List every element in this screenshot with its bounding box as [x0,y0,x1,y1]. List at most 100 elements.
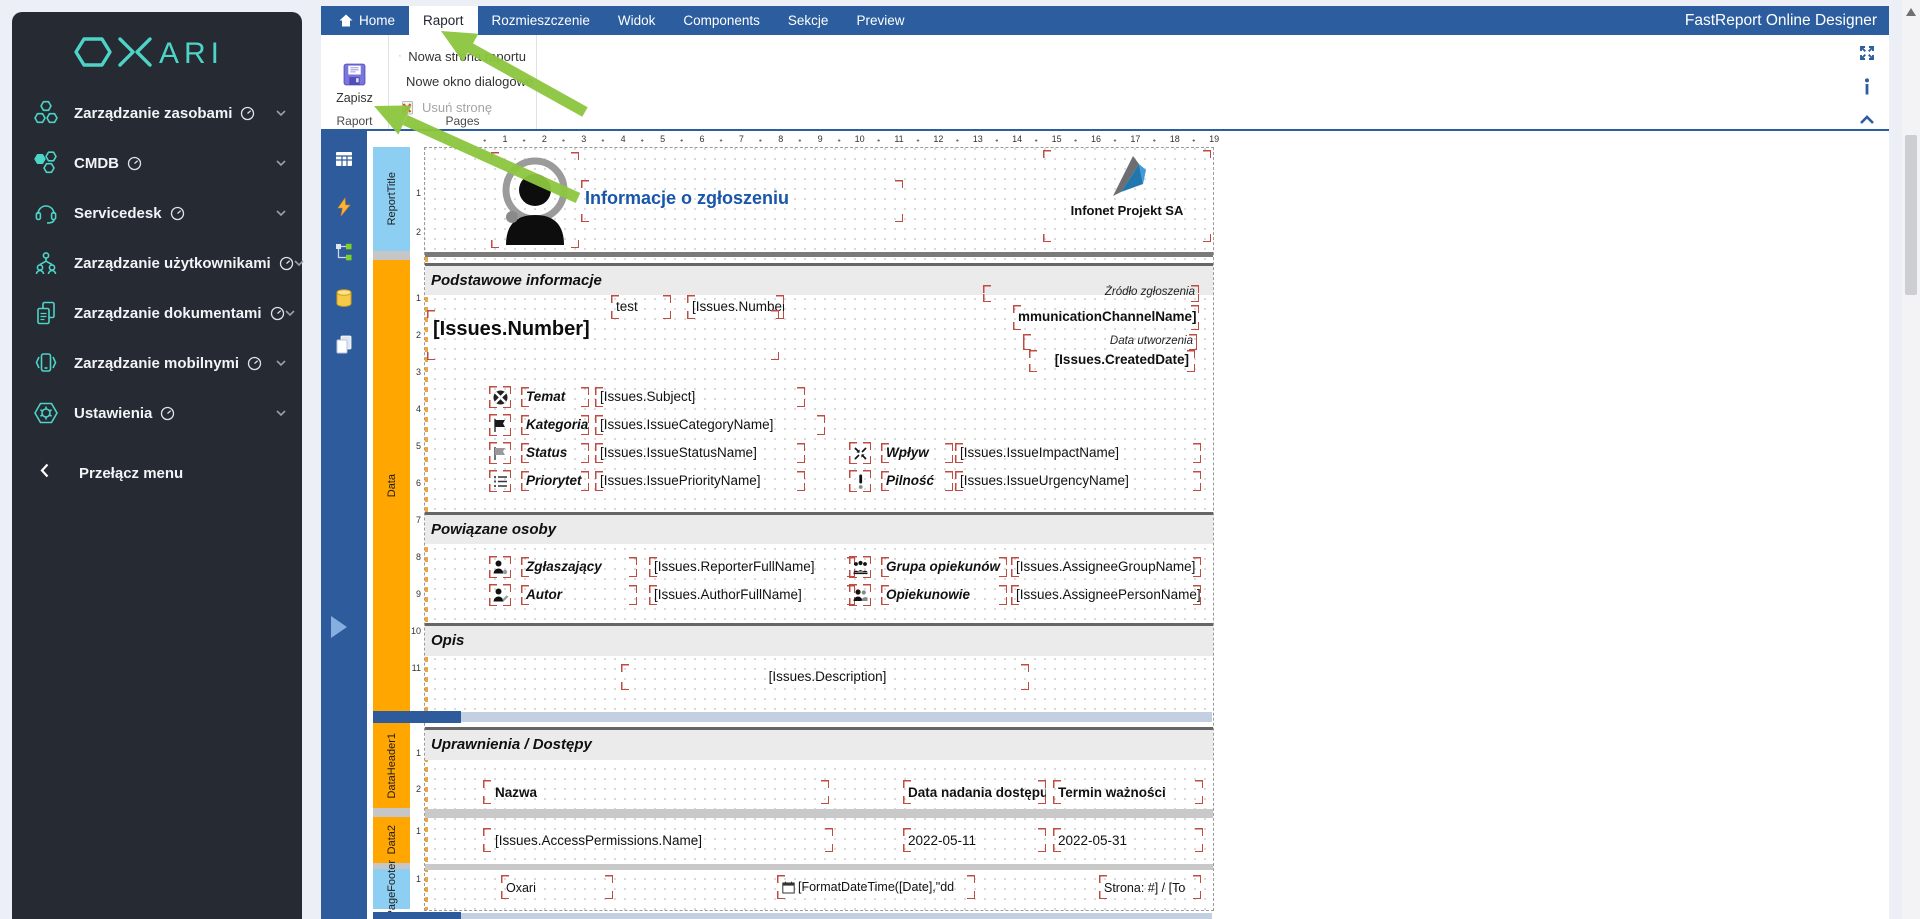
field-value-object[interactable]: [Issues.IssueStatusName] [595,443,805,463]
author-icon[interactable] [489,584,511,606]
tab-preview[interactable]: Preview [842,6,918,35]
field-label-object[interactable]: Zgłaszający [521,557,637,577]
field-label-object[interactable]: Status [521,443,589,463]
band-data[interactable]: Data [373,260,410,711]
report-tree-icon[interactable] [334,149,354,174]
ribbon-body: Zapisz Raport Nowa strona raportu [321,35,1889,131]
tab-components[interactable]: Components [669,6,774,35]
status-icon[interactable] [489,442,511,464]
hierarchy-icon[interactable] [334,242,354,267]
field-value-object[interactable]: [Issues.ReporterFullName] [649,557,855,577]
assignees-icon[interactable] [849,584,871,606]
field-value-object[interactable]: [Issues.AuthorFullName] [649,585,855,605]
chevron-left-icon [40,463,49,483]
urgency-icon[interactable] [849,470,871,492]
copy-pages-icon[interactable] [334,334,354,359]
info-icon[interactable] [1863,78,1871,100]
field-value: [Issues.CreatedDate] [1029,350,1195,370]
field-label-object[interactable]: Priorytet [521,471,589,491]
field-value: [Issues.IssueCategoryName] [595,415,825,435]
report-page[interactable]: Informacje o zgłoszeniu Infonet Projekt … [424,147,1214,911]
reporter-icon[interactable] [489,556,511,578]
created-value-object[interactable]: [Issues.CreatedDate] [1029,350,1195,372]
tab-raport[interactable]: Raport [409,6,478,35]
description-object[interactable]: [Issues.Description] [621,664,1029,690]
sidebar-item-dokumenty[interactable]: Zarządzanie dokumentami [12,288,302,338]
field-label-object[interactable]: Autor [521,585,637,605]
sidebar-item-zasoby[interactable]: Zarządzanie zasobami [12,88,302,138]
field-label-object[interactable]: Opiekunowie [881,585,1007,605]
footer-left-object[interactable]: Oxari [501,875,613,899]
sidebar-item-uzytkownicy[interactable]: Zarządzanie użytkownikami [12,238,302,288]
scrollbar-thumb[interactable] [1905,135,1917,295]
field-label-object[interactable]: Pilność [881,471,953,491]
save-button[interactable]: Zapisz [321,35,388,105]
data-source-icon[interactable] [334,288,354,313]
column-header: Nazwa [483,780,829,803]
priority-icon[interactable] [489,470,511,492]
field-value-object[interactable]: [Issues.AssigneeGroupName] [1011,557,1201,577]
issue-number-big-object[interactable]: [Issues.Number] [427,310,779,360]
access-row-cell[interactable]: 2022-05-31 [1053,828,1203,852]
created-caption-object[interactable]: Data utworzenia [1023,334,1197,350]
access-header-cell[interactable]: Data nadania dostępu [903,780,1046,804]
vertical-ruler: 1212345678910111211 [410,131,423,919]
section-people-header[interactable]: Powiązane osoby [425,512,1213,544]
subject-icon[interactable] [489,386,511,408]
home-icon [339,14,353,27]
field-label-object[interactable]: Temat [521,387,589,407]
events-lightning-icon[interactable] [334,197,354,222]
sidebar-item-mobilne[interactable]: Zarządzanie mobilnymi [12,338,302,388]
toolbar-expand-arrow[interactable] [331,616,347,638]
band-splitter-dark[interactable] [373,912,461,919]
new-dialog-button[interactable]: Nowe okno dialogowe [399,70,526,92]
field-value-object[interactable]: [Issues.IssuePriorityName] [595,471,805,491]
category-icon[interactable] [489,414,511,436]
field-value-object[interactable]: [Issues.Subject] [595,387,805,407]
sidebar-item-cmdb[interactable]: CMDB [12,138,302,188]
section-access-header[interactable]: Uprawnienia / Dostępy [425,727,1213,760]
impact-icon[interactable] [849,442,871,464]
sidebar-item-ustawienia[interactable]: Ustawienia [12,388,302,438]
field-label-object[interactable]: Wpływ [881,443,953,463]
band-data2[interactable]: Data2 [373,817,410,863]
sidebar-item-servicedesk[interactable]: Servicedesk [12,188,302,238]
band-splitter-dark[interactable] [373,711,461,723]
source-caption-object[interactable]: Źródło zgłoszenia [983,285,1199,302]
footer-page-object[interactable]: Strona: #] / [To [1099,875,1201,899]
headset-icon [32,200,60,226]
access-header-cell[interactable]: Nazwa [483,780,829,804]
tab-sekcje[interactable]: Sekcje [774,6,843,35]
access-row-cell[interactable]: [Issues.AccessPermissions.Name] [483,828,833,852]
field-label: Zgłaszający [521,557,637,577]
assignee-group-icon[interactable] [849,556,871,578]
footer-text: Oxari [501,875,613,898]
access-row-cell[interactable]: 2022-05-11 [903,828,1046,852]
section-desc-header[interactable]: Opis [425,623,1213,656]
tab-widok[interactable]: Widok [604,6,670,35]
band-label: DataHeader1 [386,733,398,798]
field-label-object[interactable]: Kategoria [521,415,589,435]
collapse-ribbon-icon[interactable] [1859,112,1875,130]
company-logo-object[interactable]: Infonet Projekt SA [1043,150,1211,242]
access-header-cell[interactable]: Termin ważności [1053,780,1203,804]
field-label-object[interactable]: Grupa opiekunów [881,557,1007,577]
report-avatar-object[interactable] [491,152,579,248]
report-title-object[interactable]: Informacje o zgłoszeniu [581,180,903,222]
scrollbar-up-button[interactable] [1906,8,1916,16]
band-reporttitle[interactable]: ReportTitle [373,147,410,251]
field-value-object[interactable]: [Issues.IssueImpactName] [955,443,1201,463]
band-pagefooter[interactable]: PageFooter [373,869,410,909]
expand-icon[interactable] [1859,45,1875,66]
field-value-object[interactable]: [Issues.IssueUrgencyName] [955,471,1201,491]
new-report-page-button[interactable]: Nowa strona raportu [399,45,526,67]
footer-date-object[interactable]: [FormatDateTime([Date],"dd [777,875,975,899]
page-scrollbar[interactable] [1902,0,1920,919]
band-dataheader1[interactable]: DataHeader1 [373,723,410,808]
field-value-object[interactable]: [Issues.AssigneePersonName] [1011,585,1201,605]
tab-rozmieszczenie[interactable]: Rozmieszczenie [478,6,604,35]
source-value-object[interactable]: mmunicationChannelName] [1013,305,1199,330]
sidebar-toggle[interactable]: Przełącz menu [12,448,302,498]
tab-home[interactable]: Home [325,6,409,35]
field-value-object[interactable]: [Issues.IssueCategoryName] [595,415,825,435]
